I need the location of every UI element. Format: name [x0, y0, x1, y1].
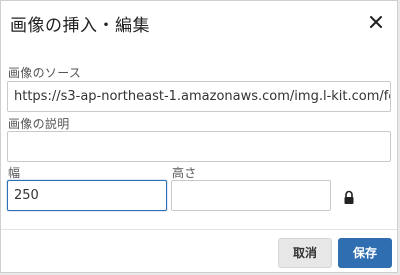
- source-input[interactable]: https://s3-ap-northeast-1.amazonaws.com/…: [7, 81, 391, 112]
- image-dialog: 画像の挿入・編集 画像のソース https://s3-ap-northeast-…: [0, 0, 398, 273]
- footer-divider: [1, 229, 397, 230]
- description-input[interactable]: [7, 131, 391, 162]
- height-input[interactable]: [171, 180, 331, 211]
- description-label: 画像の説明: [8, 117, 70, 131]
- source-label: 画像のソース: [8, 66, 82, 80]
- lock-icon[interactable]: [343, 190, 355, 205]
- height-label: 高さ: [172, 166, 197, 180]
- cancel-button[interactable]: 取消: [278, 238, 332, 268]
- dialog-header: 画像の挿入・編集: [1, 1, 397, 43]
- width-input[interactable]: 250: [7, 180, 167, 211]
- close-icon[interactable]: [367, 13, 385, 31]
- save-button[interactable]: 保存: [338, 238, 392, 268]
- dialog-title: 画像の挿入・編集: [10, 16, 150, 36]
- width-label: 幅: [8, 166, 21, 180]
